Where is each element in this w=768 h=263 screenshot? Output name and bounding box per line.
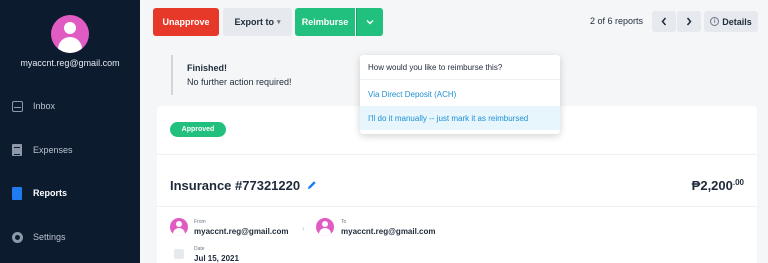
chevron-down-icon: ▾ bbox=[276, 19, 281, 26]
info-icon: i bbox=[710, 17, 720, 26]
sidebar-item-settings[interactable]: Settings bbox=[0, 224, 140, 250]
sidebar-item-label: Expenses bbox=[33, 145, 73, 155]
to-label: To bbox=[341, 219, 347, 225]
export-to-button[interactable]: Export to ▾ bbox=[223, 8, 292, 36]
to-avatar bbox=[316, 218, 334, 236]
avatar-head bbox=[176, 221, 182, 227]
arrow-right-icon: › bbox=[302, 224, 305, 233]
status-badge: Approved bbox=[170, 122, 226, 137]
to-email: myaccnt.reg@gmail.com bbox=[341, 227, 436, 236]
from-label: From bbox=[194, 219, 206, 225]
menu-item-direct-deposit[interactable]: Via Direct Deposit (ACH) bbox=[360, 82, 560, 106]
sidebar-item-label: Reports bbox=[33, 188, 68, 198]
user-email[interactable]: myaccnt.reg@gmail.com bbox=[0, 58, 140, 68]
amount-cents: .00 bbox=[732, 178, 744, 187]
reports-icon bbox=[12, 186, 22, 200]
reimburse-button[interactable]: Reimburse bbox=[295, 8, 355, 36]
reimburse-menu: How would you like to reimburse this? Vi… bbox=[360, 55, 560, 134]
sidebar-item-expenses[interactable]: Expenses bbox=[0, 137, 140, 163]
date-label: Date bbox=[194, 246, 205, 252]
pencil-icon[interactable] bbox=[307, 180, 317, 190]
previous-report-button[interactable] bbox=[652, 11, 676, 32]
from-avatar bbox=[170, 218, 188, 236]
avatar-head bbox=[64, 22, 76, 34]
chevron-down-icon bbox=[366, 20, 374, 25]
menu-item-mark-reimbursed[interactable]: I'll do it manually -- just mark it as r… bbox=[360, 106, 560, 130]
avatar-body bbox=[58, 37, 82, 53]
expenses-icon bbox=[12, 144, 22, 156]
reimburse-dropdown-toggle[interactable] bbox=[356, 8, 383, 36]
next-report-button[interactable] bbox=[677, 11, 701, 32]
sidebar: myaccnt.reg@gmail.com Inbox Expenses Rep… bbox=[0, 0, 140, 263]
export-to-label: Export to bbox=[234, 17, 274, 27]
calendar-icon bbox=[174, 249, 184, 259]
divider bbox=[157, 154, 757, 155]
report-amount: ₱2,200.00 bbox=[692, 178, 744, 193]
notice-title: Finished! bbox=[187, 63, 227, 73]
from-email: myaccnt.reg@gmail.com bbox=[194, 227, 289, 236]
sidebar-item-label: Settings bbox=[33, 232, 66, 242]
divider bbox=[360, 79, 560, 80]
chevron-left-icon bbox=[661, 17, 667, 26]
report-position: 2 of 6 reports bbox=[590, 16, 644, 26]
avatar[interactable] bbox=[51, 15, 89, 53]
sidebar-item-label: Inbox bbox=[33, 101, 56, 111]
details-label: Details bbox=[722, 16, 752, 27]
avatar-body bbox=[173, 228, 185, 236]
avatar-head bbox=[322, 221, 328, 227]
notice-body: No further action required! bbox=[187, 77, 292, 87]
date-value: Jul 15, 2021 bbox=[194, 254, 239, 263]
details-button[interactable]: i Details bbox=[704, 11, 758, 32]
unapprove-button[interactable]: Unapprove bbox=[153, 8, 219, 36]
divider bbox=[157, 206, 757, 207]
reimburse-menu-header: How would you like to reimburse this? bbox=[368, 63, 503, 72]
chevron-right-icon bbox=[686, 17, 692, 26]
inbox-icon bbox=[12, 100, 23, 112]
sidebar-item-inbox[interactable]: Inbox bbox=[0, 93, 140, 119]
settings-icon bbox=[12, 231, 23, 243]
report-title: Insurance #77321220 bbox=[170, 178, 301, 193]
avatar-body bbox=[319, 228, 331, 236]
amount-main: ₱2,200 bbox=[691, 178, 733, 193]
sidebar-item-reports[interactable]: Reports bbox=[0, 180, 140, 206]
